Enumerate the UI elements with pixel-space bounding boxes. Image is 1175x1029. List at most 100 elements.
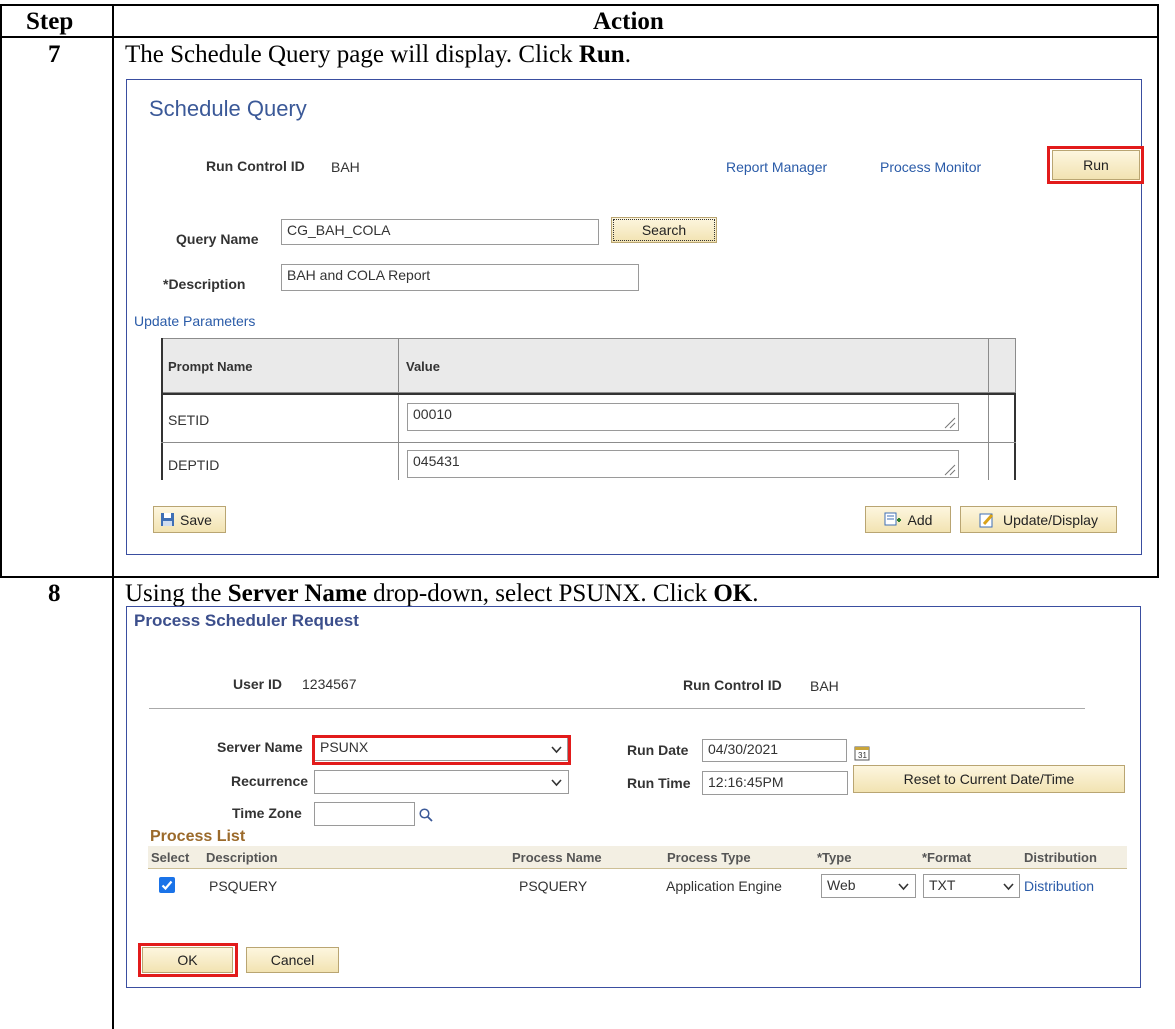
run-highlight xyxy=(1047,146,1144,184)
table-row-divider xyxy=(0,576,1159,578)
update-display-button[interactable]: Update/Display xyxy=(960,506,1117,533)
add-button-label: Add xyxy=(907,511,933,528)
add-button[interactable]: Add xyxy=(865,506,951,533)
type-select-value: Web xyxy=(827,877,856,893)
calendar-icon[interactable]: 31 xyxy=(854,745,870,761)
run-control-value: BAH xyxy=(331,159,360,175)
recurrence-select[interactable] xyxy=(314,770,569,794)
description-input[interactable]: BAH and COLA Report xyxy=(281,264,639,291)
run-time-label: Run Time xyxy=(627,775,691,791)
save-button[interactable]: Save xyxy=(153,506,226,533)
resize-handle-icon[interactable] xyxy=(942,462,956,476)
process-monitor-link[interactable]: Process Monitor xyxy=(880,159,981,175)
step-instruction: The Schedule Query page will display. Cl… xyxy=(125,41,631,69)
prompt-name-cell: SETID xyxy=(168,412,210,428)
action-column-header: Action xyxy=(593,8,664,35)
col-description: Description xyxy=(206,850,278,865)
col-distribution: Distribution xyxy=(1024,850,1097,865)
run-control-value: BAH xyxy=(810,678,839,694)
process-type: Application Engine xyxy=(666,878,782,894)
schedule-query-panel: Schedule Query Run Control ID BAH Report… xyxy=(126,79,1144,555)
step-number: 7 xyxy=(48,41,61,68)
checkmark-icon xyxy=(161,880,173,891)
run-control-label: Run Control ID xyxy=(683,677,782,693)
grid-header-value: Value xyxy=(406,359,440,374)
resize-handle-icon[interactable] xyxy=(942,415,956,429)
reset-date-time-button[interactable]: Reset to Current Date/Time xyxy=(853,765,1125,793)
page-title: Schedule Query xyxy=(149,96,307,121)
instruction-text-end: . xyxy=(752,580,759,607)
table-left-border xyxy=(0,4,2,578)
run-date-label: Run Date xyxy=(627,742,689,758)
add-icon xyxy=(884,512,901,526)
instruction-bold: Run xyxy=(578,41,625,68)
deptid-value-input[interactable]: 045431 xyxy=(407,450,959,478)
table-row: DEPTID 045431 xyxy=(161,443,1016,480)
separator-line xyxy=(149,708,1085,709)
search-button[interactable]: Search xyxy=(611,217,717,243)
save-icon xyxy=(161,513,174,526)
cancel-button-label: Cancel xyxy=(270,952,315,968)
server-name-highlight xyxy=(312,735,571,765)
distribution-link[interactable]: Distribution xyxy=(1024,878,1094,894)
ok-highlight xyxy=(138,943,238,977)
table-row: PSQUERY PSQUERY Application Engine Web T… xyxy=(148,869,1127,903)
chevron-down-icon xyxy=(898,883,909,891)
chevron-down-icon xyxy=(551,779,562,787)
process-scheduler-panel: Process Scheduler Request User ID 123456… xyxy=(126,606,1141,988)
update-display-icon xyxy=(979,513,994,527)
table-col-divider xyxy=(112,4,114,1029)
page-title: Process Scheduler Request xyxy=(134,611,359,630)
table-top-border xyxy=(0,4,1159,6)
user-id-value: 1234567 xyxy=(302,676,357,692)
step-instruction: Using the Server Name drop-down, select … xyxy=(125,580,759,608)
reset-date-time-label: Reset to Current Date/Time xyxy=(903,771,1075,787)
chevron-down-icon xyxy=(1003,883,1014,891)
save-button-label: Save xyxy=(180,511,212,528)
table-right-border xyxy=(1157,4,1159,578)
run-time-input[interactable]: 12:16:45PM xyxy=(702,771,848,795)
prompt-name-cell: DEPTID xyxy=(168,457,220,473)
cancel-button[interactable]: Cancel xyxy=(246,947,339,973)
process-name: PSQUERY xyxy=(519,878,588,894)
select-checkbox[interactable] xyxy=(159,877,175,893)
time-zone-label: Time Zone xyxy=(232,805,302,821)
run-date-input[interactable]: 04/30/2021 xyxy=(702,739,847,762)
instruction-text: Using the xyxy=(125,580,228,607)
col-format: *Format xyxy=(922,850,972,865)
process-list-title: Process List xyxy=(150,828,246,845)
col-process-type: Process Type xyxy=(667,850,751,865)
table-row: SETID 00010 xyxy=(161,395,1016,442)
step-column-header: Step xyxy=(26,8,74,35)
search-button-label: Search xyxy=(641,222,687,238)
recurrence-label: Recurrence xyxy=(231,773,309,789)
instruction-bold: OK xyxy=(713,580,753,607)
format-select-value: TXT xyxy=(929,877,956,893)
table-header-divider xyxy=(0,36,1159,38)
query-name-label: Query Name xyxy=(176,231,259,247)
instruction-text: drop-down, select PSUNX. Click xyxy=(366,580,714,607)
instruction-text-end: . xyxy=(624,41,631,68)
update-parameters-link[interactable]: Update Parameters xyxy=(134,313,255,329)
user-id-label: User ID xyxy=(233,676,283,692)
col-select: Select xyxy=(151,850,190,865)
parameters-grid: Prompt Name Value SETID 00010 DEPTID 045… xyxy=(161,338,1016,480)
grid-header-prompt: Prompt Name xyxy=(168,359,253,374)
svg-text:31: 31 xyxy=(858,751,867,760)
server-name-label: Server Name xyxy=(217,739,303,755)
col-type: *Type xyxy=(817,850,852,865)
process-list-header-bg xyxy=(148,846,1127,869)
step-number: 8 xyxy=(48,580,61,607)
col-process-name: Process Name xyxy=(512,850,602,865)
query-name-input[interactable]: CG_BAH_COLA xyxy=(281,219,599,245)
setid-value-input[interactable]: 00010 xyxy=(407,403,959,431)
process-description: PSQUERY xyxy=(209,878,278,894)
instruction-bold: Server Name xyxy=(227,580,367,607)
description-label: *Description xyxy=(163,276,246,292)
time-zone-input[interactable] xyxy=(314,802,415,826)
search-icon[interactable] xyxy=(419,808,433,822)
run-control-label: Run Control ID xyxy=(206,158,305,174)
grid-header-bg xyxy=(161,338,1016,393)
report-manager-link[interactable]: Report Manager xyxy=(726,159,827,175)
instruction-text: The Schedule Query page will display. Cl… xyxy=(125,41,579,68)
